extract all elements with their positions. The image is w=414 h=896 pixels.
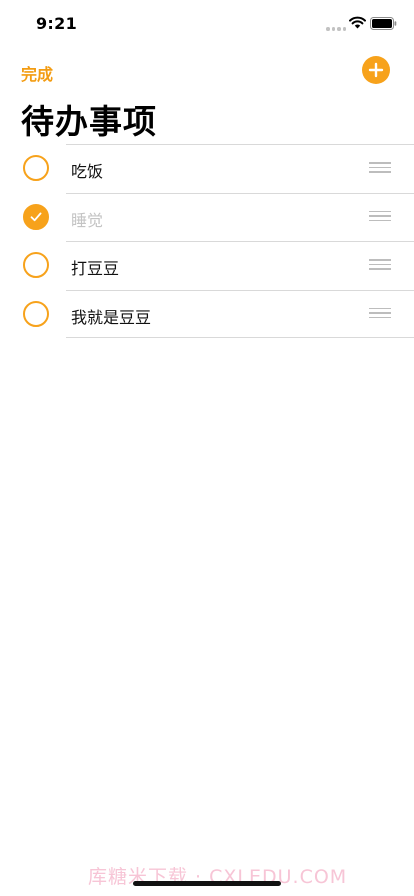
add-button[interactable]: [362, 56, 390, 84]
todo-checkbox[interactable]: [23, 252, 49, 278]
todo-row[interactable]: 睡觉: [0, 192, 414, 242]
todo-text: 我就是豆豆: [71, 307, 152, 327]
todo-list: 吃饭 睡觉 打豆豆 我就是豆豆: [0, 144, 414, 338]
todo-row[interactable]: 吃饭: [0, 144, 414, 193]
home-indicator: [133, 881, 281, 886]
add-icon: [368, 62, 384, 78]
todo-text: 打豆豆: [71, 259, 120, 278]
drag-handle-icon[interactable]: [369, 259, 391, 270]
page-title: 待办事项: [21, 102, 157, 141]
drag-handle-icon[interactable]: [369, 162, 391, 173]
wifi-icon: [349, 16, 366, 29]
todo-row[interactable]: 打豆豆: [0, 241, 414, 290]
todo-row[interactable]: 我就是豆豆: [0, 289, 414, 338]
todo-checkbox[interactable]: [23, 155, 49, 181]
drag-handle-icon[interactable]: [369, 307, 391, 319]
done-button[interactable]: 完成: [21, 61, 53, 85]
todo-checkbox-checked[interactable]: [23, 203, 49, 230]
todo-text: 睡觉: [71, 210, 104, 230]
cellular-signal-icon: [326, 27, 346, 31]
checkmark-icon: [30, 212, 42, 221]
drag-handle-icon[interactable]: [369, 210, 391, 222]
status-bar: 9:21: [0, 0, 414, 48]
todo-checkbox[interactable]: [23, 300, 49, 327]
row-divider: [66, 144, 414, 145]
row-divider: [66, 192, 414, 194]
todo-text: 吃饭: [71, 162, 104, 181]
battery-icon: [370, 17, 397, 30]
row-divider: [66, 241, 414, 242]
status-time: 9:21: [36, 14, 77, 33]
row-divider: [66, 289, 414, 291]
row-divider: [66, 337, 414, 338]
